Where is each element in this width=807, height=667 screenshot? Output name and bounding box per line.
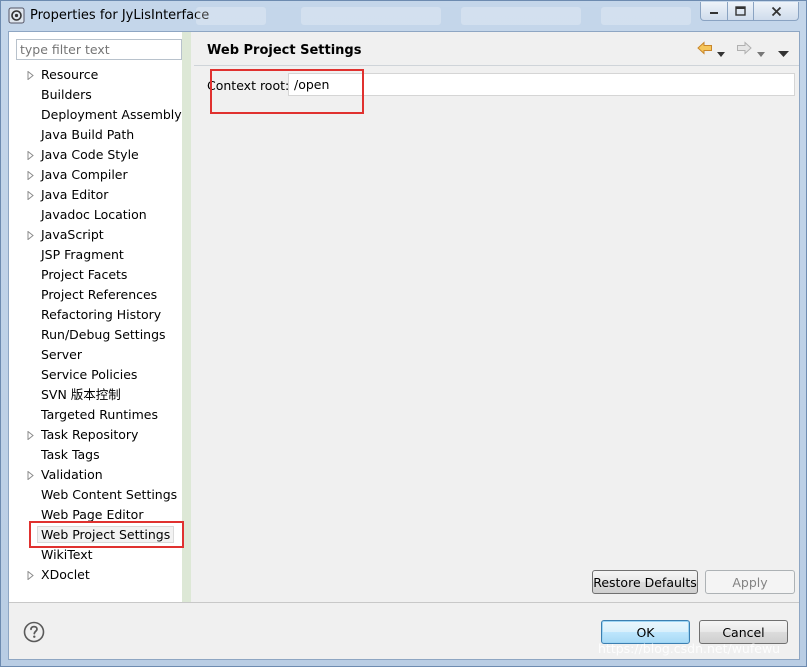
title-bar[interactable]: Properties for JyLisInterface <box>1 1 806 31</box>
tree-item-java-editor[interactable]: Java Editor <box>9 185 181 205</box>
background-tab-blur <box>301 7 441 25</box>
tree-item-label: Java Code Style <box>41 147 139 162</box>
tree-item-task-repository[interactable]: Task Repository <box>9 425 181 445</box>
tree-item-label: Targeted Runtimes <box>41 407 158 422</box>
help-icon[interactable] <box>23 621 45 643</box>
expand-arrow-icon[interactable] <box>26 465 36 485</box>
property-page-navigator: Resource Builders Deployment Assembly Java … <box>9 32 191 602</box>
tree-item-label: Task Tags <box>41 447 100 462</box>
restore-defaults-button[interactable]: Restore Defaults <box>592 570 698 594</box>
tree-item-wikitext[interactable]: WikiText <box>9 545 181 565</box>
minimize-button[interactable] <box>700 2 728 21</box>
footer-separator <box>9 602 799 603</box>
expand-arrow-icon[interactable] <box>26 425 36 445</box>
forward-dropdown-icon <box>757 45 765 60</box>
tree-item-label: Validation <box>41 467 103 482</box>
tree-item-resource[interactable]: Resource <box>9 65 181 85</box>
back-dropdown-icon[interactable] <box>717 45 725 60</box>
tree-item-deployment-assembly[interactable]: Deployment Assembly <box>9 105 182 125</box>
tree-item-label: JavaScript <box>41 227 104 242</box>
tree-item-refactoring-history[interactable]: Refactoring History <box>9 305 181 325</box>
back-arrow-icon[interactable] <box>697 41 713 58</box>
tree-item-label: Java Build Path <box>41 127 135 142</box>
tree-item-xdoclet[interactable]: XDoclet <box>9 565 181 585</box>
title-separator <box>194 65 799 66</box>
tree-item-label: Java Compiler <box>41 167 128 182</box>
expand-arrow-icon[interactable] <box>26 145 36 165</box>
tree-item-project-facets[interactable]: Project Facets <box>9 265 181 285</box>
apply-button[interactable]: Apply <box>705 570 795 594</box>
expand-arrow-icon[interactable] <box>26 565 36 585</box>
expand-arrow-icon[interactable] <box>26 65 36 85</box>
tree-item-label: SVN 版本控制 <box>41 387 121 402</box>
tree-item-java-code-style[interactable]: Java Code Style <box>9 145 181 165</box>
tree-item-label: Web Content Settings <box>41 487 178 502</box>
tree-item-project-references[interactable]: Project References <box>9 285 181 305</box>
tree-item-label: Deployment Assembly <box>41 107 182 122</box>
tree-item-web-project-settings[interactable]: Web Project Settings <box>9 525 181 545</box>
watermark: https://blog.csdn.net/wufewu <box>598 641 781 656</box>
window-title: Properties for JyLisInterface <box>30 8 210 23</box>
property-page: Web Project Settings Context root: /open… <box>194 32 799 602</box>
tree-item-javadoc-location[interactable]: Javadoc Location <box>9 205 181 225</box>
background-tab-blur <box>601 7 691 25</box>
context-root-input[interactable] <box>288 73 795 96</box>
tree-item-javascript[interactable]: JavaScript <box>9 225 181 245</box>
tree-item-service-policies[interactable]: Service Policies <box>9 365 181 385</box>
forward-arrow-icon <box>736 41 752 58</box>
tree-item-label: Service Policies <box>41 367 138 382</box>
tree-item-label: Resource <box>41 67 99 82</box>
context-root-label: Context root: <box>207 78 290 93</box>
minimize-icon <box>710 12 718 14</box>
tree-item-web-content-settings[interactable]: Web Content Settings <box>9 485 181 505</box>
tree-item-label: Refactoring History <box>41 307 162 322</box>
expand-arrow-icon[interactable] <box>26 225 36 245</box>
tree-item-label: Web Project Settings <box>37 526 175 543</box>
tree-item-task-tags[interactable]: Task Tags <box>9 445 181 465</box>
background-tab-blur <box>461 7 581 25</box>
view-menu-icon[interactable] <box>778 45 789 60</box>
close-button[interactable] <box>753 2 799 21</box>
maximize-icon <box>735 6 746 16</box>
tree-item-builders[interactable]: Builders <box>9 85 181 105</box>
dialog-client-area: Resource Builders Deployment Assembly Java … <box>8 31 800 660</box>
tree-item-java-compiler[interactable]: Java Compiler <box>9 165 181 185</box>
tree-item-label: WikiText <box>41 547 93 562</box>
tree-item-label: Project References <box>41 287 158 302</box>
tree-item-label: Web Page Editor <box>41 507 144 522</box>
expand-arrow-icon[interactable] <box>26 185 36 205</box>
close-icon <box>771 6 781 16</box>
tree-item-label: Task Repository <box>41 427 139 442</box>
tree-item-label: Server <box>41 347 82 362</box>
maximize-button[interactable] <box>727 2 754 21</box>
tree-item-server[interactable]: Server <box>9 345 181 365</box>
properties-dialog: Properties for JyLisInterface Resource Bu… <box>0 0 807 667</box>
tree-item-label: Run/Debug Settings <box>41 327 166 342</box>
tree-item-java-build-path[interactable]: Java Build Path <box>9 125 181 145</box>
tree-item-svn[interactable]: SVN 版本控制 <box>9 385 181 405</box>
tree-item-label: Java Editor <box>41 187 109 202</box>
tree-item-jsp-fragment[interactable]: JSP Fragment <box>9 245 181 265</box>
tree-item-run-debug-settings[interactable]: Run/Debug Settings <box>9 325 181 345</box>
filter-input[interactable] <box>16 39 182 60</box>
tree-item-label: XDoclet <box>41 567 90 582</box>
tree-item-web-page-editor[interactable]: Web Page Editor <box>9 505 181 525</box>
tree-item-validation[interactable]: Validation <box>9 465 181 485</box>
tree-item-targeted-runtimes[interactable]: Targeted Runtimes <box>9 405 181 425</box>
tree-item-label: Builders <box>41 87 92 102</box>
page-title: Web Project Settings <box>207 43 362 58</box>
tree-item-label: Javadoc Location <box>41 207 147 222</box>
eclipse-properties-icon <box>8 7 25 24</box>
property-tree: Resource Builders Deployment Assembly Java … <box>9 65 182 585</box>
background-tab-blur <box>196 7 266 25</box>
expand-arrow-icon[interactable] <box>26 165 36 185</box>
navigator-scrollbar[interactable] <box>182 32 191 602</box>
tree-item-label: JSP Fragment <box>41 247 124 262</box>
tree-item-label: Project Facets <box>41 267 128 282</box>
